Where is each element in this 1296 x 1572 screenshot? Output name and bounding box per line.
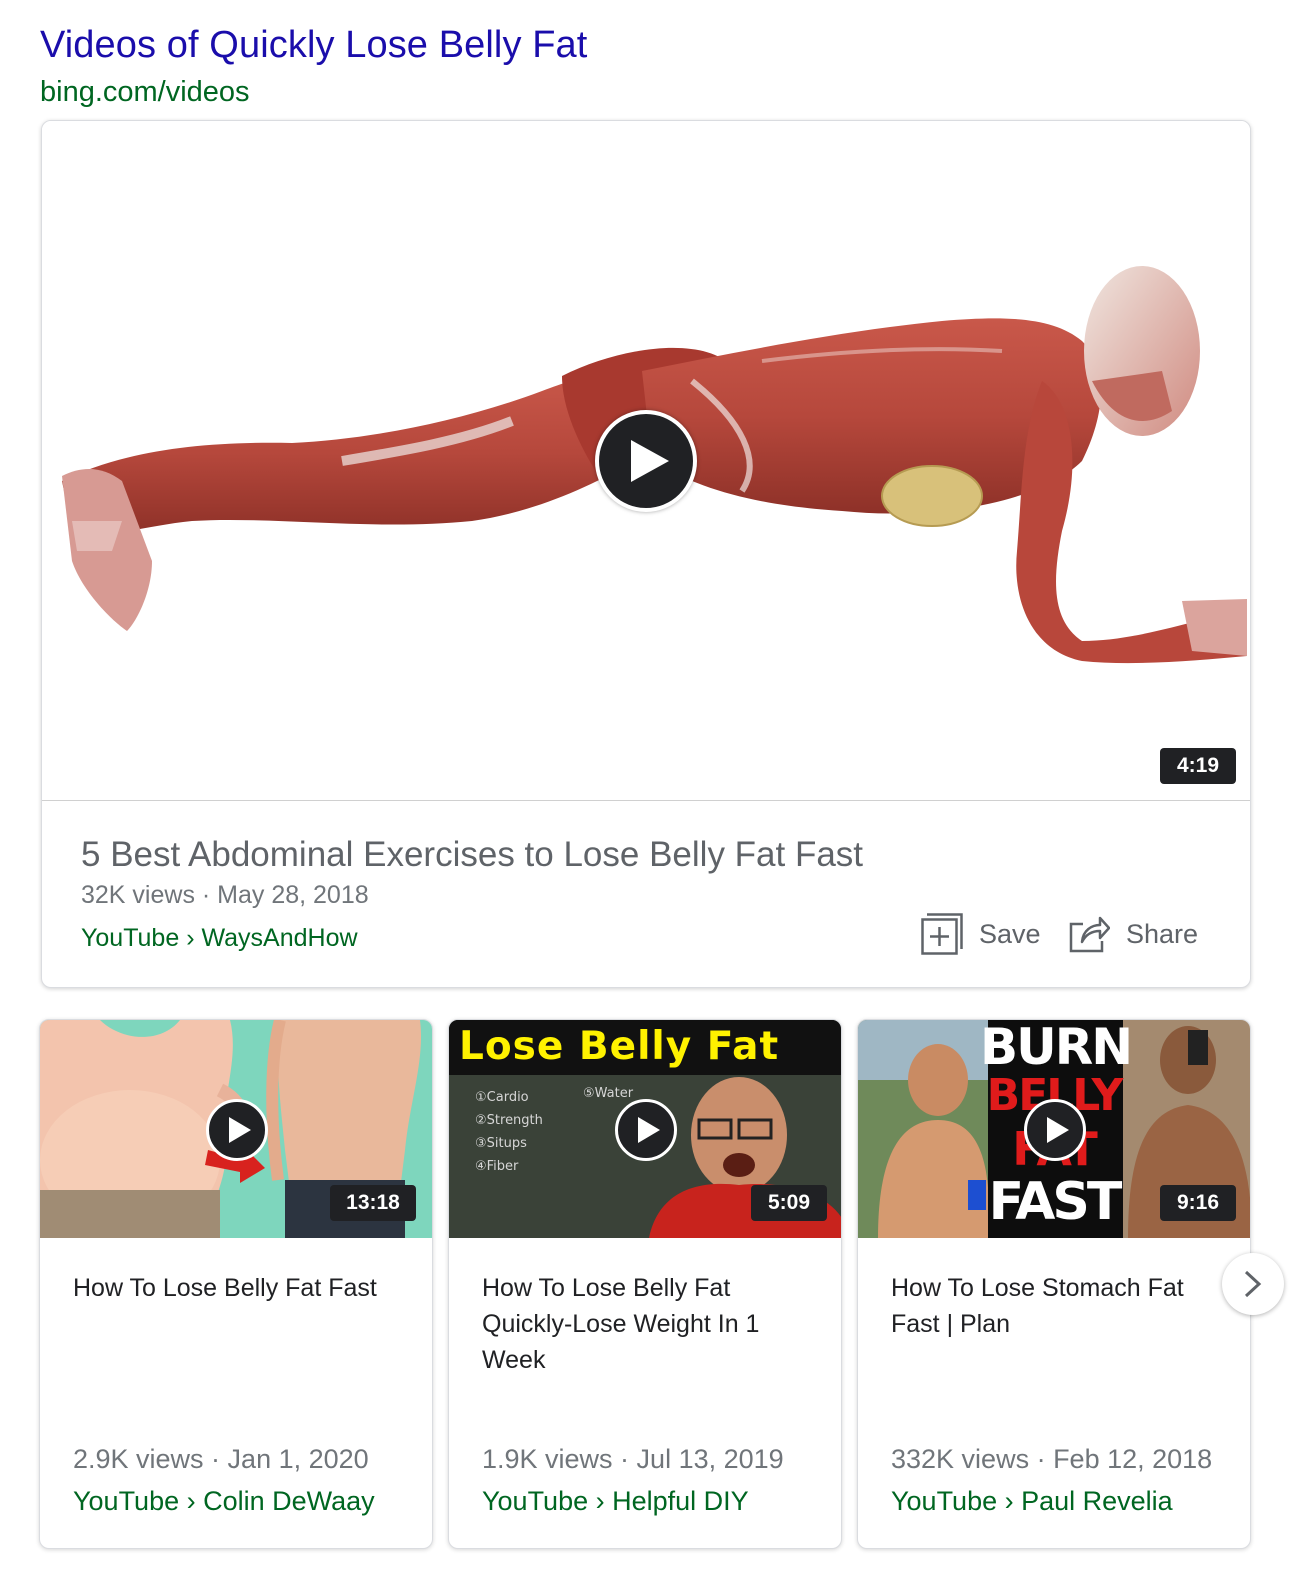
share-icon bbox=[1069, 916, 1110, 953]
video-thumbnail[interactable]: 13:18 bbox=[40, 1020, 432, 1238]
video-title[interactable]: How To Lose Belly Fat Quickly-Lose Weigh… bbox=[482, 1270, 812, 1378]
video-card: Lose Belly Fat ①Cardio ②Strength ③Situps… bbox=[448, 1019, 842, 1549]
video-title[interactable]: How To Lose Belly Fat Fast bbox=[73, 1270, 403, 1306]
play-icon[interactable] bbox=[1024, 1099, 1086, 1161]
featured-video-card: 4:19 5 Best Abdominal Exercises to Lose … bbox=[41, 120, 1251, 988]
play-icon[interactable] bbox=[595, 410, 697, 512]
save-button[interactable]: Save bbox=[921, 912, 1041, 956]
thumbnail-banner-text: Lose Belly Fat bbox=[459, 1024, 780, 1069]
video-title[interactable]: How To Lose Stomach Fat Fast | Plan bbox=[891, 1270, 1221, 1342]
chalkboard-line: ②Strength bbox=[475, 1113, 543, 1128]
video-thumbnail[interactable]: BURN BELLY FAT FAST 9:16 bbox=[858, 1020, 1250, 1238]
video-card: 13:18 How To Lose Belly Fat Fast 2.9K vi… bbox=[39, 1019, 433, 1549]
duration-badge: 9:16 bbox=[1160, 1185, 1236, 1221]
duration-badge: 4:19 bbox=[1160, 748, 1236, 784]
video-meta: 2.9K views · Jan 1, 2020 bbox=[73, 1444, 369, 1474]
chevron-right-icon bbox=[1244, 1270, 1262, 1298]
chalkboard-line: ④Fiber bbox=[475, 1159, 519, 1174]
video-card: BURN BELLY FAT FAST 9:16 How To Lose Sto… bbox=[857, 1019, 1251, 1549]
play-icon[interactable] bbox=[615, 1099, 677, 1161]
featured-video-source[interactable]: YouTube › WaysAndHow bbox=[81, 924, 358, 953]
play-icon[interactable] bbox=[206, 1099, 268, 1161]
chalkboard-line: ③Situps bbox=[475, 1136, 527, 1151]
featured-video-thumbnail[interactable]: 4:19 bbox=[42, 121, 1250, 801]
video-source[interactable]: YouTube › Paul Revelia bbox=[891, 1486, 1173, 1517]
share-button[interactable]: Share bbox=[1068, 912, 1198, 956]
video-meta: 1.9K views · Jul 13, 2019 bbox=[482, 1444, 784, 1474]
video-source[interactable]: YouTube › Colin DeWaay bbox=[73, 1486, 375, 1517]
video-thumbnail[interactable]: Lose Belly Fat ①Cardio ②Strength ③Situps… bbox=[449, 1020, 841, 1238]
chalkboard-line: ①Cardio bbox=[475, 1090, 529, 1105]
results-source-url: bing.com/videos bbox=[40, 76, 250, 108]
video-source[interactable]: YouTube › Helpful DIY bbox=[482, 1486, 749, 1517]
results-heading-link[interactable]: Videos of Quickly Lose Belly Fat bbox=[40, 24, 587, 67]
thumbnail-fast-text: FAST bbox=[988, 1172, 1123, 1232]
featured-video-meta: 32K views · May 28, 2018 bbox=[81, 881, 369, 909]
save-label: Save bbox=[979, 918, 1041, 949]
add-to-collection-icon bbox=[921, 913, 963, 955]
video-meta: 332K views · Feb 12, 2018 bbox=[891, 1444, 1213, 1474]
thumbnail-burn-text: BURN bbox=[980, 1020, 1133, 1076]
duration-badge: 5:09 bbox=[751, 1185, 827, 1221]
carousel-next-button[interactable] bbox=[1222, 1253, 1284, 1315]
duration-badge: 13:18 bbox=[330, 1185, 416, 1221]
share-label: Share bbox=[1126, 918, 1199, 949]
featured-video-title[interactable]: 5 Best Abdominal Exercises to Lose Belly… bbox=[81, 835, 863, 875]
featured-video-info: 5 Best Abdominal Exercises to Lose Belly… bbox=[42, 802, 1250, 987]
chalkboard-line: ⑤Water bbox=[583, 1086, 634, 1101]
